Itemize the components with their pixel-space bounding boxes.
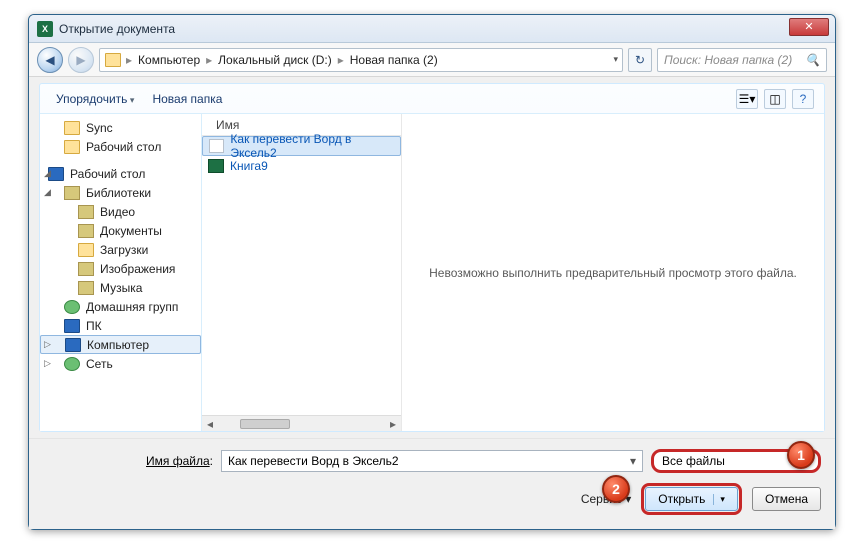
expand-icon[interactable]: ▷ bbox=[42, 339, 53, 350]
expand-icon[interactable]: ◢ bbox=[42, 187, 53, 198]
annotation-badge-1: 1 bbox=[787, 441, 815, 469]
downloads-icon bbox=[78, 243, 94, 257]
open-split-dropdown[interactable]: ▾ bbox=[713, 494, 725, 505]
new-folder-button[interactable]: Новая папка bbox=[146, 90, 228, 108]
breadcrumb[interactable]: Новая папка (2) bbox=[348, 53, 440, 67]
libraries-icon bbox=[64, 186, 80, 200]
breadcrumb[interactable]: Локальный диск (D:) bbox=[216, 53, 334, 67]
folder-tree[interactable]: Sync Рабочий стол ◢Рабочий стол ◢Библиот… bbox=[40, 114, 202, 431]
filename-input[interactable]: Как перевести Ворд в Эксель2 ▾ bbox=[221, 450, 643, 472]
folder-icon bbox=[64, 140, 80, 154]
search-placeholder: Поиск: Новая папка (2) bbox=[664, 53, 805, 67]
back-button[interactable]: ◀ bbox=[37, 47, 63, 73]
view-options-button[interactable]: ☰▾ bbox=[736, 89, 758, 109]
tree-item[interactable]: Документы bbox=[40, 221, 201, 240]
tree-item-pc[interactable]: ПК bbox=[40, 316, 201, 335]
refresh-button[interactable]: ↻ bbox=[628, 48, 652, 72]
horizontal-scrollbar[interactable]: ◂ ▸ bbox=[202, 415, 401, 431]
preview-pane-button[interactable]: ◫ bbox=[764, 89, 786, 109]
chevron-down-icon[interactable]: ▾ bbox=[613, 54, 618, 65]
folder-icon bbox=[104, 52, 122, 68]
open-file-dialog: X Открытие документа ✕ ◀ ▶ ▸ Компьютер ▸… bbox=[28, 14, 836, 530]
file-list[interactable]: Имя Как перевести Ворд в Эксель2 Книга9 … bbox=[202, 114, 402, 431]
scroll-left-icon[interactable]: ◂ bbox=[202, 417, 218, 431]
folder-icon bbox=[64, 121, 80, 135]
video-icon bbox=[78, 205, 94, 219]
toolbar: Упорядочить Новая папка ☰▾ ◫ ? bbox=[40, 84, 824, 114]
breadcrumb[interactable]: Компьютер bbox=[136, 53, 202, 67]
tree-item[interactable]: Рабочий стол bbox=[40, 137, 201, 156]
chevron-right-icon: ▸ bbox=[338, 53, 344, 67]
tree-item-homegroup[interactable]: Домашняя групп bbox=[40, 297, 201, 316]
expand-icon[interactable]: ◢ bbox=[42, 168, 53, 179]
address-bar[interactable]: ▸ Компьютер ▸ Локальный диск (D:) ▸ Нова… bbox=[99, 48, 623, 72]
titlebar: X Открытие документа ✕ bbox=[29, 15, 835, 43]
network-icon bbox=[64, 357, 80, 371]
bottom-panel: Имя файла: Как перевести Ворд в Эксель2 … bbox=[29, 438, 835, 529]
filename-row: Имя файла: Как перевести Ворд в Эксель2 … bbox=[43, 449, 821, 473]
file-row[interactable]: Как перевести Ворд в Эксель2 bbox=[202, 136, 401, 156]
excel-file-icon bbox=[208, 159, 224, 173]
pc-icon bbox=[64, 319, 80, 333]
document-icon bbox=[209, 139, 224, 153]
excel-icon: X bbox=[37, 21, 53, 37]
scroll-thumb[interactable] bbox=[240, 419, 290, 429]
music-icon bbox=[78, 281, 94, 295]
homegroup-icon bbox=[64, 300, 80, 314]
annotation-badge-2: 2 bbox=[602, 475, 630, 503]
computer-icon bbox=[65, 338, 81, 352]
documents-icon bbox=[78, 224, 94, 238]
chevron-down-icon[interactable]: ▾ bbox=[630, 454, 636, 468]
help-button[interactable]: ? bbox=[792, 89, 814, 109]
search-input[interactable]: Поиск: Новая папка (2) 🔍 bbox=[657, 48, 827, 72]
chevron-right-icon: ▸ bbox=[206, 53, 212, 67]
close-button[interactable]: ✕ bbox=[789, 18, 829, 36]
tree-item-libraries[interactable]: ◢Библиотеки bbox=[40, 183, 201, 202]
tree-item-desktop[interactable]: ◢Рабочий стол bbox=[40, 164, 201, 183]
organize-button[interactable]: Упорядочить bbox=[50, 90, 140, 108]
forward-button[interactable]: ▶ bbox=[68, 47, 94, 73]
body-area: Sync Рабочий стол ◢Рабочий стол ◢Библиот… bbox=[40, 114, 824, 431]
filter-value: Все файлы bbox=[662, 454, 725, 468]
file-row[interactable]: Книга9 bbox=[202, 156, 401, 176]
tree-item-computer[interactable]: ▷Компьютер bbox=[40, 335, 201, 354]
tree-item[interactable]: Видео bbox=[40, 202, 201, 221]
expand-icon[interactable]: ▷ bbox=[42, 358, 53, 369]
chevron-right-icon: ▸ bbox=[126, 53, 132, 67]
pictures-icon bbox=[78, 262, 94, 276]
preview-message: Невозможно выполнить предварительный про… bbox=[429, 266, 797, 280]
tree-item-network[interactable]: ▷Сеть bbox=[40, 354, 201, 373]
filename-label: Имя файла: bbox=[43, 454, 213, 468]
search-icon: 🔍 bbox=[805, 53, 820, 67]
content-frame: Упорядочить Новая папка ☰▾ ◫ ? Sync Рабо… bbox=[39, 83, 825, 432]
tree-item[interactable]: Изображения bbox=[40, 259, 201, 278]
navigation-row: ◀ ▶ ▸ Компьютер ▸ Локальный диск (D:) ▸ … bbox=[29, 43, 835, 77]
open-button-highlight: Открыть ▾ bbox=[641, 483, 742, 515]
tree-item[interactable]: Музыка bbox=[40, 278, 201, 297]
preview-pane: Невозможно выполнить предварительный про… bbox=[402, 114, 824, 431]
tree-item[interactable]: Загрузки bbox=[40, 240, 201, 259]
window-title: Открытие документа bbox=[59, 22, 175, 36]
open-button[interactable]: Открыть ▾ bbox=[645, 487, 738, 511]
file-name: Книга9 bbox=[230, 159, 268, 173]
cancel-button[interactable]: Отмена bbox=[752, 487, 821, 511]
scroll-right-icon[interactable]: ▸ bbox=[385, 417, 401, 431]
buttons-row: Сервис ▾ Открыть ▾ Отмена bbox=[43, 483, 821, 515]
filename-value: Как перевести Ворд в Эксель2 bbox=[228, 454, 399, 468]
tree-item[interactable]: Sync bbox=[40, 118, 201, 137]
